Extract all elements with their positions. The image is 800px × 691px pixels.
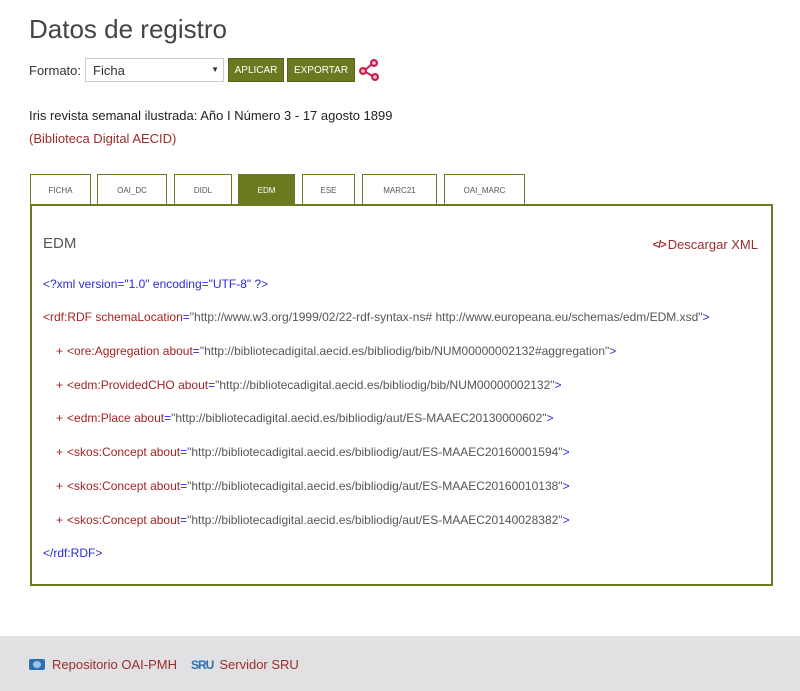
xml-child-node[interactable]: + <edm:Place about="http://bibliotecadigi…	[56, 411, 554, 425]
xml-declaration: <?xml version="1.0" encoding="UTF-8" ?>	[43, 277, 269, 291]
chevron-down-icon: ▼	[211, 65, 220, 74]
expand-icon[interactable]: +	[56, 445, 63, 459]
xml-tag: <edm:Place	[67, 411, 131, 425]
expand-icon[interactable]: +	[56, 344, 63, 358]
xml-child-node[interactable]: + <skos:Concept about="http://bibliotecad…	[56, 479, 570, 493]
apply-button[interactable]: APLICAR	[228, 58, 285, 82]
xml-equals: =	[192, 344, 200, 358]
xml-tag: <skos:Concept	[67, 513, 147, 527]
expand-icon[interactable]: +	[56, 513, 63, 527]
xml-bracket: >	[562, 513, 570, 527]
download-xml-label: Descargar XML	[667, 237, 758, 252]
expand-icon[interactable]: +	[56, 479, 63, 493]
xml-child-node[interactable]: + <skos:Concept about="http://bibliotecad…	[56, 445, 570, 459]
edm-panel: EDM </> Descargar XML <?xml version="1.0…	[30, 204, 773, 586]
xml-attr: schemaLocation	[95, 310, 183, 324]
tab-oai-dc[interactable]: OAI_DC	[97, 174, 167, 205]
footer: Repositorio OAI-PMH SRU Servidor SRU	[0, 636, 800, 691]
expand-icon[interactable]: +	[56, 378, 63, 392]
sru-icon: SRU	[191, 657, 214, 672]
oai-pmh-link[interactable]: Repositorio OAI-PMH	[29, 657, 177, 672]
tab-didl[interactable]: DIDL	[174, 174, 232, 205]
share-icon[interactable]	[358, 58, 380, 82]
tab-edm[interactable]: EDM	[238, 174, 295, 205]
xml-bracket: >	[554, 378, 562, 392]
record-source-link[interactable]: (Biblioteca Digital AECID)	[29, 131, 176, 146]
xml-bracket: >	[702, 310, 710, 324]
xml-child-node[interactable]: + <skos:Concept about="http://bibliotecad…	[56, 513, 570, 527]
xml-attr: about	[150, 513, 181, 527]
xml-attr: about	[134, 411, 165, 425]
xml-child-node[interactable]: + <edm:ProvidedCHO about="http://bibliote…	[56, 378, 562, 392]
xml-tag: <rdf:RDF	[43, 310, 93, 324]
oai-pmh-label: Repositorio OAI-PMH	[52, 657, 177, 672]
tab-oai-marc[interactable]: OAI_MARC	[444, 174, 525, 205]
xml-attr: about	[162, 344, 193, 358]
record-title: Iris revista semanal ilustrada: Año I Nú…	[29, 108, 393, 123]
xml-equals: =	[182, 310, 190, 324]
xml-tag: <ore:Aggregation	[67, 344, 160, 358]
expand-icon[interactable]: +	[56, 411, 63, 425]
xml-bracket: >	[609, 344, 617, 358]
xml-value: "http://bibliotecadigital.aecid.es/bibli…	[171, 411, 547, 425]
panel-title: EDM	[43, 235, 77, 252]
format-select[interactable]: Ficha ▼	[85, 58, 225, 82]
xml-attr: about	[178, 378, 209, 392]
xml-root-open: <rdf:RDF schemaLocation="http://www.w3.o…	[43, 310, 710, 324]
format-toolbar: Formato: Ficha ▼ APLICAR EXPORTAR	[29, 57, 380, 83]
xml-bracket: >	[546, 411, 554, 425]
sru-label: Servidor SRU	[219, 657, 299, 672]
xml-value: "http://bibliotecadigital.aecid.es/bibli…	[199, 344, 610, 358]
xml-value: "http://bibliotecadigital.aecid.es/bibli…	[215, 378, 555, 392]
xml-bracket: >	[562, 445, 570, 459]
tab-marc21[interactable]: MARC21	[362, 174, 437, 205]
xml-bracket: >	[562, 479, 570, 493]
xml-root-close: </rdf:RDF>	[43, 546, 103, 560]
tab-ese[interactable]: ESE	[302, 174, 355, 205]
xml-value: "http://www.w3.org/1999/02/22-rdf-syntax…	[189, 310, 703, 324]
xml-child-node[interactable]: + <ore:Aggregation about="http://bibliote…	[56, 344, 616, 358]
format-label: Formato:	[29, 62, 82, 78]
xml-tag: <skos:Concept	[67, 445, 147, 459]
format-select-value: Ficha	[93, 62, 125, 78]
oai-icon	[29, 659, 45, 670]
xml-tag: <skos:Concept	[67, 479, 147, 493]
xml-value: "http://bibliotecadigital.aecid.es/bibli…	[187, 513, 563, 527]
xml-attr: about	[150, 445, 181, 459]
tab-ficha[interactable]: FICHA	[30, 174, 91, 205]
sru-link[interactable]: SRU Servidor SRU	[191, 657, 299, 672]
export-button[interactable]: EXPORTAR	[287, 58, 356, 82]
code-icon: </>	[652, 238, 667, 251]
xml-attr: about	[150, 479, 181, 493]
xml-tag: <edm:ProvidedCHO	[67, 378, 175, 392]
xml-value: "http://bibliotecadigital.aecid.es/bibli…	[187, 445, 563, 459]
xml-value: "http://bibliotecadigital.aecid.es/bibli…	[187, 479, 563, 493]
page-title: Datos de registro	[29, 14, 227, 44]
download-xml-link[interactable]: </> Descargar XML	[653, 237, 758, 252]
